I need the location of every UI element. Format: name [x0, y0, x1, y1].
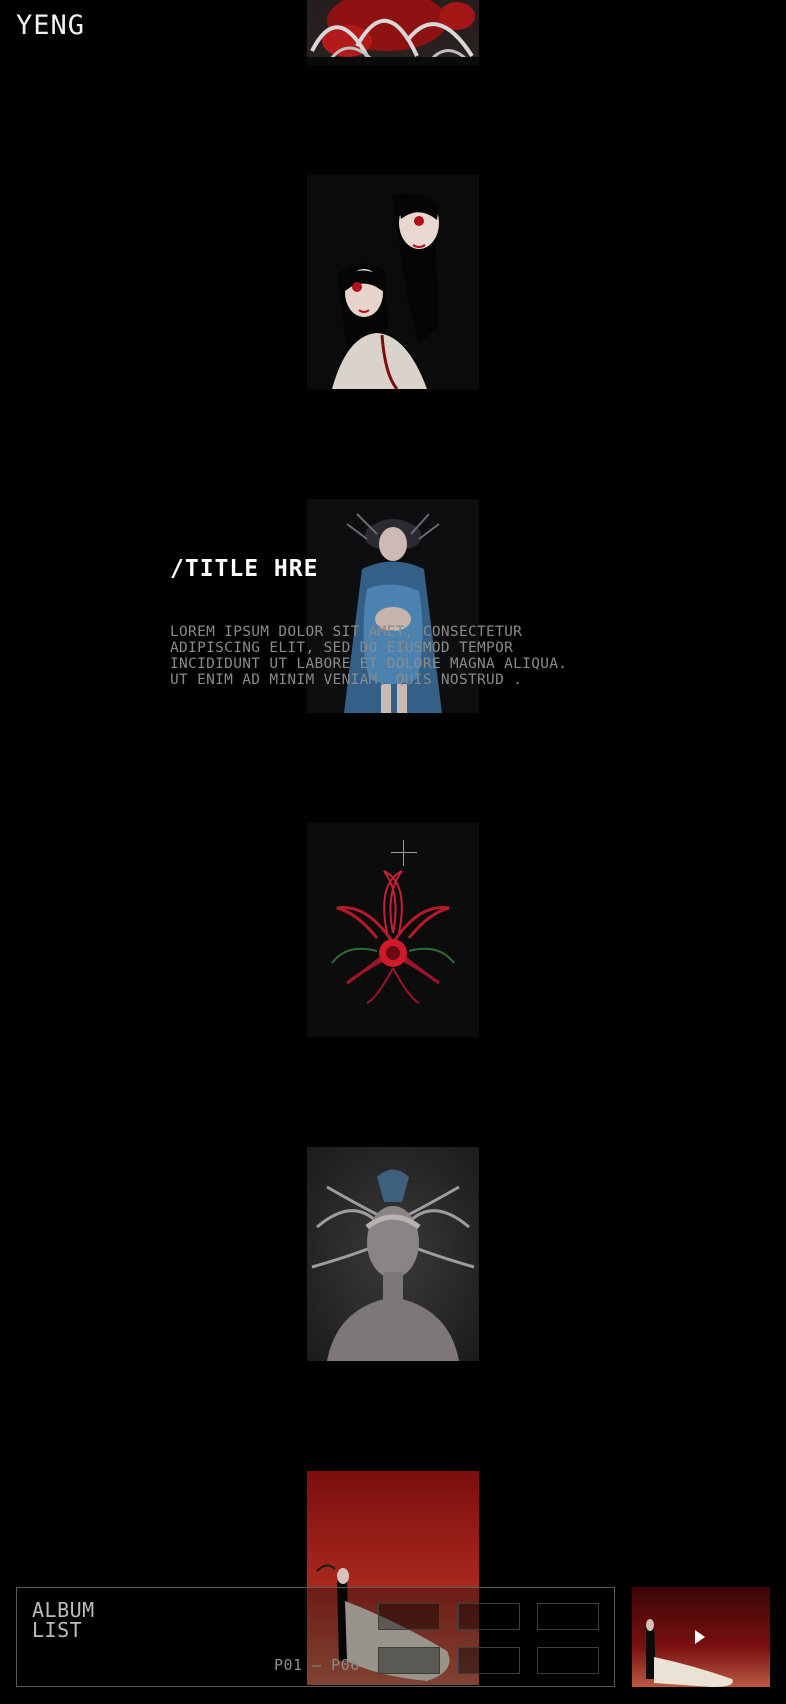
album-cover-2[interactable] — [307, 175, 479, 389]
album-slot-6[interactable] — [537, 1647, 599, 1674]
album-list-panel[interactable]: ALBUM LIST P01 — P06 — [16, 1587, 615, 1687]
album-slot-1[interactable] — [378, 1603, 440, 1630]
album-list-title-line2: LIST — [32, 1618, 83, 1642]
album-list-title: ALBUM LIST — [32, 1600, 95, 1640]
album-cover-1[interactable] — [307, 0, 479, 65]
album-gallery — [307, 0, 479, 1704]
album-list-title-line1: ALBUM — [32, 1598, 95, 1622]
logo[interactable]: YENG — [16, 10, 85, 41]
page-range: P01 — P06 — [274, 1656, 360, 1674]
album-slot-3[interactable] — [537, 1603, 599, 1630]
play-icon[interactable] — [695, 1630, 705, 1644]
feature-body: LOREM IPSUM DOLOR SIT AMET, CONSECTETUR … — [170, 624, 568, 688]
album-slot-2[interactable] — [458, 1603, 520, 1630]
album-slot-4[interactable] — [378, 1647, 440, 1674]
album-cover-4[interactable] — [307, 823, 479, 1037]
album-cover-5[interactable] — [307, 1147, 479, 1361]
player-preview[interactable] — [632, 1587, 770, 1687]
album-slot-5[interactable] — [458, 1647, 520, 1674]
feature-title: /TITLE HRE — [170, 556, 319, 582]
